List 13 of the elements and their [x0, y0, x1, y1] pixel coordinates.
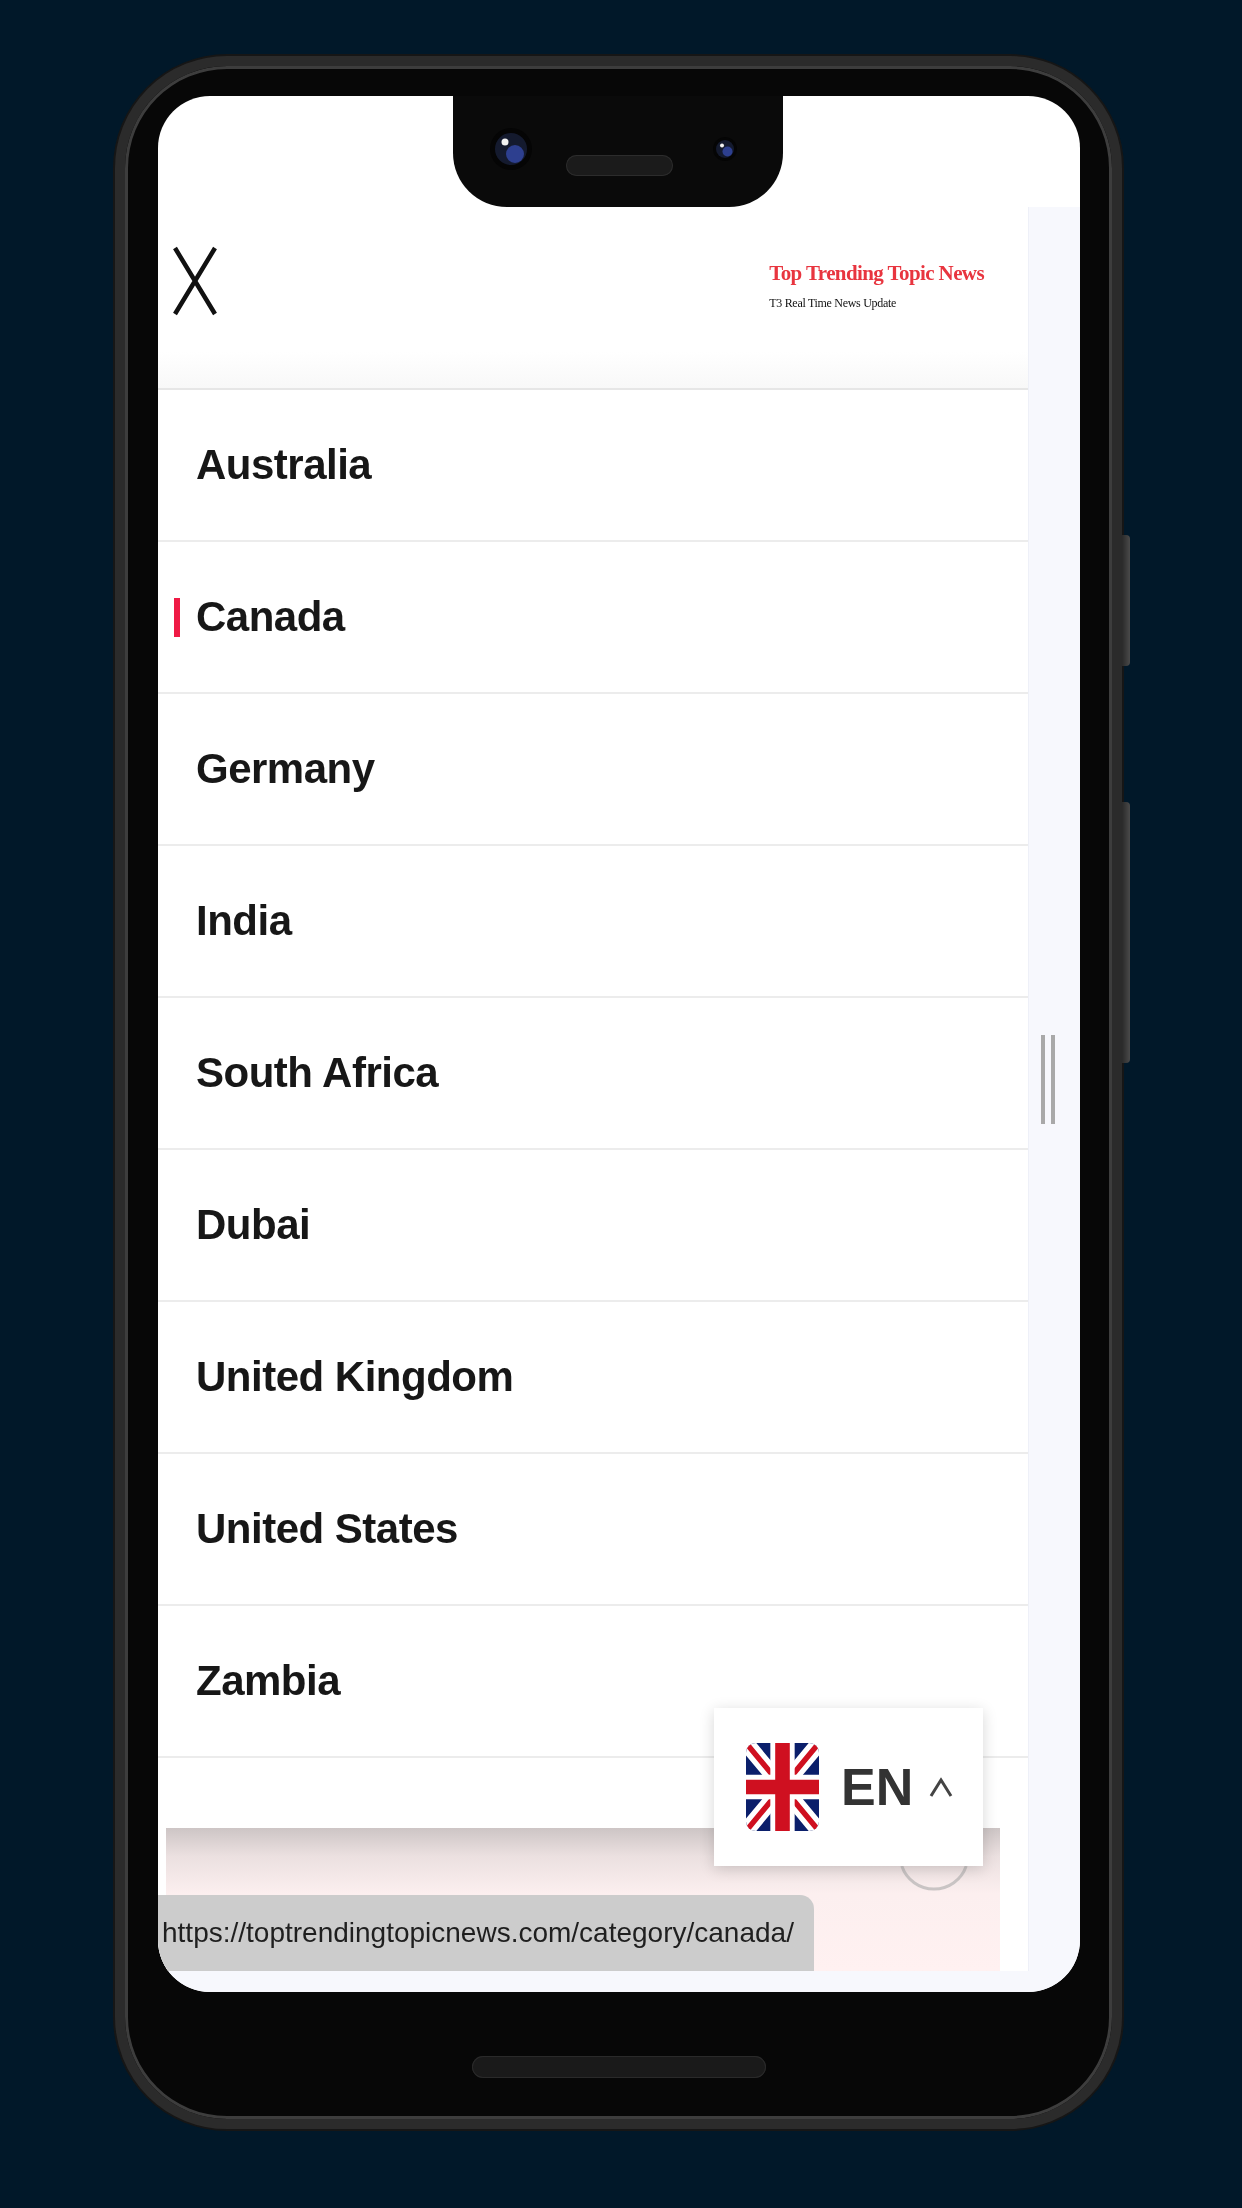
speaker-grille-icon — [566, 155, 673, 176]
close-button[interactable] — [173, 246, 217, 316]
camera-lens-icon — [490, 128, 532, 170]
link-url-tooltip: https://toptrendingtopicnews.com/category/canada/ — [158, 1895, 814, 1971]
close-icon — [173, 246, 217, 316]
ring-icon — [900, 1866, 968, 1891]
camera-lens-icon — [713, 137, 737, 161]
logo-tagline: T3 Real Time News Update — [769, 296, 896, 311]
scrollbar-thumb[interactable] — [1041, 1035, 1055, 1124]
language-switcher[interactable]: EN — [714, 1708, 984, 1866]
logo-title: Top Trending Topic News — [769, 260, 984, 286]
chevron-up-icon — [929, 1776, 954, 1798]
flag-icon — [746, 1743, 819, 1831]
